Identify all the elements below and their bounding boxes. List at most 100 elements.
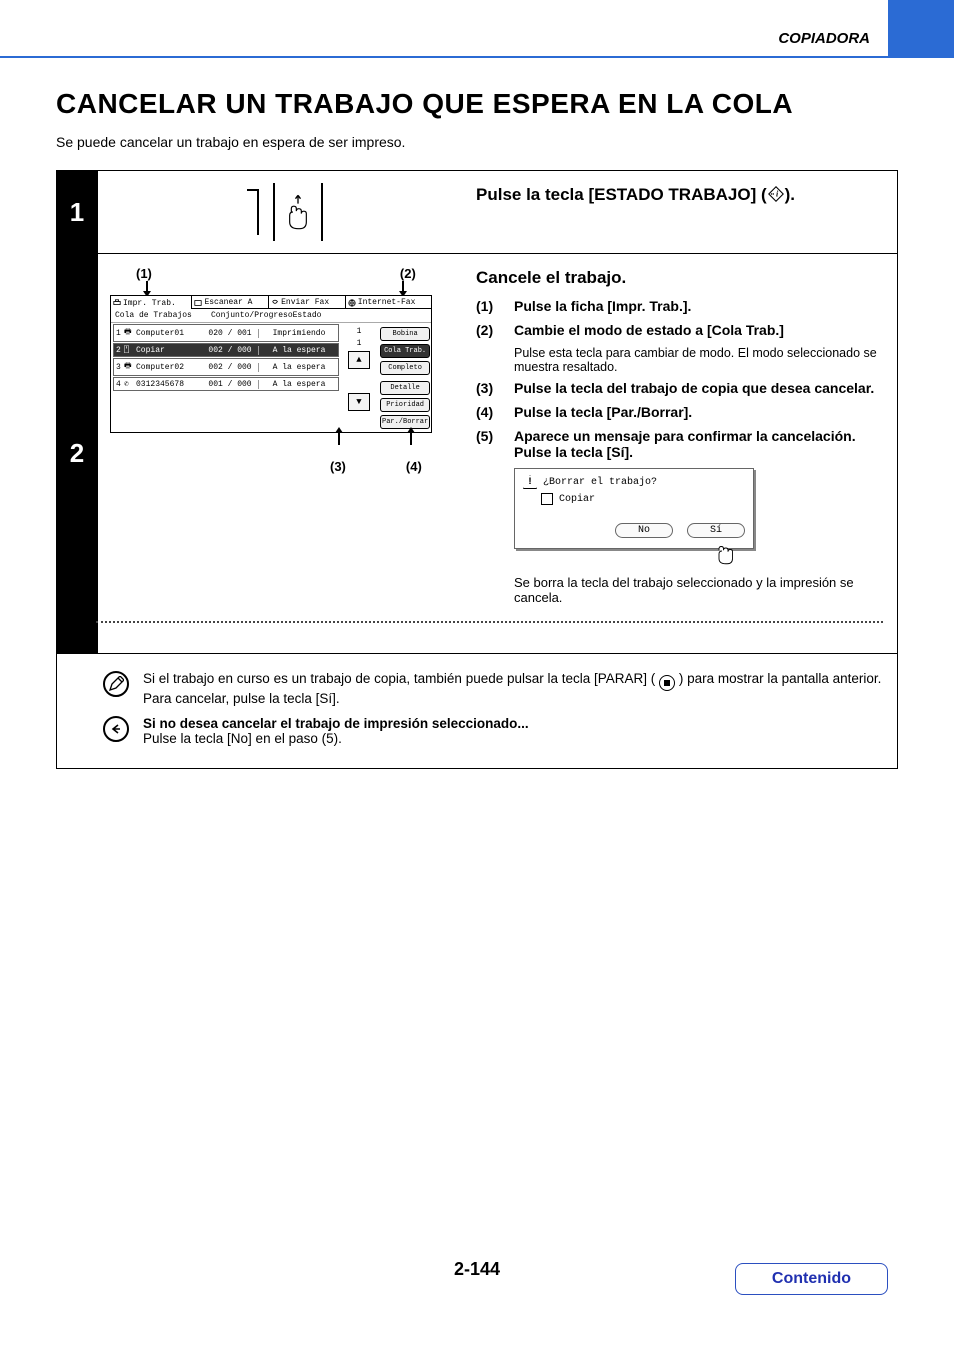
phone-icon: ✆: [124, 379, 136, 389]
sub-4-text: Pulse la tecla [Par./Borrar].: [514, 404, 692, 420]
copy-icon: [541, 493, 553, 505]
job-row[interactable]: 1 🖶 Computer01 020 / 001 Imprimiendo: [113, 324, 339, 342]
sub-3-text: Pulse la tecla del trabajo de copia que …: [514, 380, 874, 396]
job-row-prog: 002 / 000: [202, 363, 258, 372]
step-2-screen: (1) (2) Impr. Trab. Escanear A: [98, 254, 468, 653]
step-1-illustration: [98, 171, 468, 253]
tab-internet-fax-label: Internet-Fax: [358, 298, 416, 307]
lcd-screen: Impr. Trab. Escanear A Enviar Fax Intern…: [110, 295, 432, 433]
job-row[interactable]: 3 🖶 Computer02 002 / 000 A la espera: [113, 358, 339, 376]
completo-button[interactable]: Completo: [380, 361, 430, 375]
step-1-heading: Pulse la tecla [ESTADO TRABAJO] (i).: [476, 185, 883, 205]
job-row-status: A la espera: [258, 346, 336, 355]
tab-impr-trab[interactable]: Impr. Trab.: [111, 296, 192, 309]
note-1-text-b: ) para mostrar la pantalla anterior.: [679, 671, 882, 686]
note-2-heading: Si no desea cancelar el trabajo de impre…: [143, 716, 529, 731]
job-row[interactable]: 4 ✆ 0312345678 001 / 000 A la espera: [113, 377, 339, 391]
job-row-prog: 001 / 000: [202, 380, 258, 389]
internet-fax-icon: [348, 299, 356, 307]
note-1-text-a: Si el trabajo en curso es un trabajo de …: [143, 671, 655, 686]
dialog-item: Copiar: [559, 494, 595, 505]
header-rule: [0, 56, 954, 58]
job-row-index: 3: [116, 363, 124, 372]
printer-icon: 🖶: [124, 360, 136, 374]
callout-4: (4): [406, 459, 422, 474]
printer-icon: 🖶: [124, 326, 136, 340]
prioridad-button[interactable]: Prioridad: [380, 398, 430, 412]
confirm-dialog: ! ¿Borrar el trabajo? Copiar No Sí: [514, 468, 754, 549]
stop-icon: [659, 675, 675, 691]
job-row-prog: 002 / 000: [202, 346, 258, 355]
bobina-button[interactable]: Bobina: [380, 327, 430, 341]
job-row-name: 0312345678: [136, 380, 202, 389]
step-1-heading-suffix: ).: [785, 185, 795, 204]
intro-text: Se puede cancelar un trabajo en espera d…: [56, 134, 898, 150]
scan-icon: [194, 299, 202, 307]
step-1-number: 1: [56, 171, 98, 253]
col-cola: Cola de Trabajos: [115, 311, 211, 320]
step-1: 1 Pulse la tecla [ESTADO TRABAJO] (i).: [56, 170, 898, 254]
job-row-name: Computer01: [136, 329, 202, 338]
dialog-question: ¿Borrar el trabajo?: [543, 477, 657, 488]
job-row-name: Copiar: [136, 346, 202, 355]
printer-icon: [113, 299, 121, 307]
job-row-index: 4: [116, 380, 124, 389]
job-row-status: A la espera: [258, 380, 336, 389]
fax-icon: [271, 299, 279, 307]
job-row-name: Computer02: [136, 363, 202, 372]
callout-2: (2): [400, 266, 416, 281]
copy-icon: ⍞: [124, 345, 136, 355]
sub-3-num: (3): [476, 380, 504, 396]
callout-1: (1): [136, 266, 152, 281]
warning-icon: !: [523, 475, 537, 489]
par-borrar-button[interactable]: Par./Borrar: [380, 415, 430, 429]
col-progreso: Conjunto/Progreso: [211, 311, 293, 320]
sub-2-text: Cambie el modo de estado a [Cola Trab.]: [514, 322, 784, 338]
sub-5-num: (5): [476, 428, 504, 460]
job-row-index: 1: [116, 329, 124, 338]
sub-1-num: (1): [476, 298, 504, 314]
page-up-button[interactable]: ▲: [348, 351, 370, 369]
step-2-number: 2: [56, 254, 98, 653]
pager-current: 1: [357, 327, 362, 336]
header-band: COPIADORA: [0, 0, 954, 56]
detalle-button[interactable]: Detalle: [380, 381, 430, 395]
note-1-text-c: Para cancelar, pulse la tecla [Sí].: [143, 691, 340, 706]
sub-2-note: Pulse esta tecla para cambiar de modo. E…: [514, 346, 883, 374]
sub-5-text: Aparece un mensaje para confirmar la can…: [514, 428, 883, 460]
tab-internet-fax[interactable]: Internet-Fax: [346, 296, 431, 309]
job-row-status: A la espera: [258, 363, 336, 372]
job-row-status: Imprimiendo: [258, 329, 336, 338]
pager: 1 1 ▲ ▼: [341, 323, 377, 432]
col-estado: Estado: [293, 311, 427, 320]
note-pencil-icon: [103, 671, 129, 697]
job-row-selected[interactable]: 2 ⍞ Copiar 002 / 000 A la espera: [113, 343, 339, 357]
job-row-prog: 020 / 001: [202, 329, 258, 338]
job-row-index: 2: [116, 346, 124, 355]
pager-total: 1: [357, 339, 362, 348]
press-hand-icon: [281, 192, 315, 232]
tab-escanear-a[interactable]: Escanear A: [192, 296, 269, 309]
sub-2-num: (2): [476, 322, 504, 338]
contents-button[interactable]: Contenido: [735, 1263, 888, 1295]
job-status-icon: i: [767, 185, 785, 203]
press-hand-icon: [713, 536, 743, 566]
step-2: 2 (1) (2) Impr. Trab. Escanear A: [56, 253, 898, 654]
sub-4-num: (4): [476, 404, 504, 420]
note-2-text: Pulse la tecla [No] en el paso (5).: [143, 731, 342, 746]
sub-1-text: Pulse la ficha [Impr. Trab.].: [514, 298, 691, 314]
page-title: CANCELAR UN TRABAJO QUE ESPERA EN LA COL…: [56, 88, 898, 120]
after-dialog-text: Se borra la tecla del trabajo selecciona…: [514, 575, 883, 605]
tab-enviar-fax[interactable]: Enviar Fax: [269, 296, 346, 309]
step-2-heading: Cancele el trabajo.: [476, 268, 883, 288]
callout-3: (3): [330, 459, 346, 474]
page-down-button[interactable]: ▼: [348, 393, 370, 411]
svg-text:i: i: [776, 190, 779, 199]
step-2-notes: Si el trabajo en curso es un trabajo de …: [56, 653, 898, 769]
tab-enviar-fax-label: Enviar Fax: [281, 298, 329, 307]
dialog-no-button[interactable]: No: [615, 523, 673, 538]
note-back-icon: [103, 716, 129, 742]
header-blue-tab: [888, 0, 954, 56]
tab-escanear-a-label: Escanear A: [204, 298, 252, 307]
cola-trab-button[interactable]: Cola Trab.: [380, 344, 430, 358]
